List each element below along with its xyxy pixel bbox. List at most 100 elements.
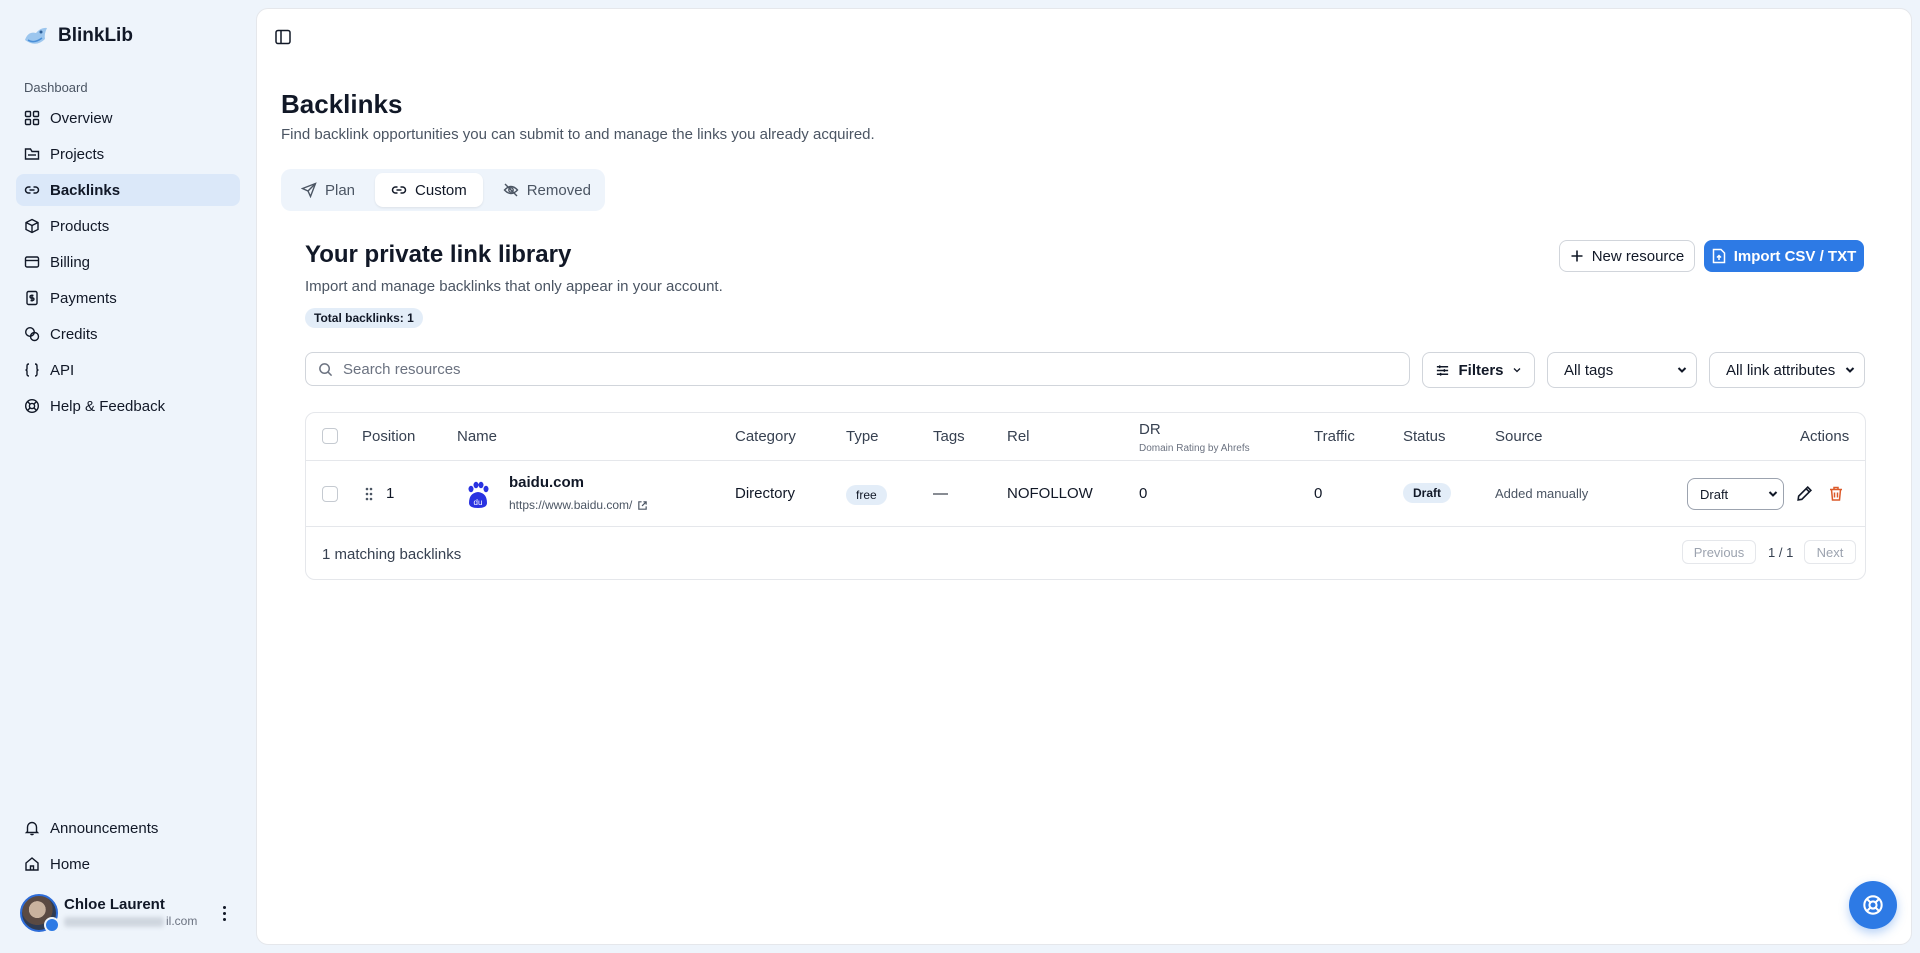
column-dr[interactable]: DR — [1139, 421, 1161, 438]
tab-plan[interactable]: Plan — [285, 173, 371, 207]
column-dr-subtitle: Domain Rating by Ahrefs — [1139, 443, 1250, 454]
sidebar-item-overview[interactable]: Overview — [16, 102, 240, 134]
sidebar-item-label: Help & Feedback — [50, 397, 166, 415]
sidebar-item-backlinks[interactable]: Backlinks — [16, 174, 240, 206]
column-type[interactable]: Type — [846, 428, 879, 445]
sidebar-bottom-nav: Announcements Home — [16, 812, 240, 884]
chevron-down-icon — [1845, 367, 1855, 373]
matching-count: 1 matching backlinks — [322, 546, 462, 563]
drag-handle-icon[interactable] — [364, 486, 374, 502]
row-name[interactable]: baidu.com — [509, 474, 584, 491]
user-name: Chloe Laurent — [64, 896, 165, 913]
tab-custom[interactable]: Custom — [375, 173, 483, 207]
home-icon — [25, 857, 39, 871]
lifebuoy-icon — [24, 398, 40, 414]
table-row[interactable]: 1 du baidu.com https://www.baidu.com/ Di… — [306, 461, 1865, 527]
new-resource-button[interactable]: New resource — [1559, 240, 1695, 272]
tab-label: Removed — [526, 181, 591, 199]
table-header: Position Name Category Type Tags Rel DR … — [306, 413, 1865, 461]
row-position: 1 — [386, 485, 395, 502]
column-traffic[interactable]: Traffic — [1314, 428, 1355, 445]
row-checkbox[interactable] — [322, 486, 338, 502]
column-source[interactable]: Source — [1495, 428, 1543, 445]
link-icon — [24, 186, 40, 194]
file-upload-icon — [1712, 248, 1725, 264]
sidebar-item-label: Products — [50, 217, 110, 235]
help-support-button[interactable] — [1849, 881, 1897, 929]
braces-icon — [25, 363, 39, 377]
sidebar-item-label: Overview — [50, 109, 113, 127]
sidebar-nav: Overview Projects Backlinks Products Bil… — [16, 102, 240, 426]
sidebar-item-home[interactable]: Home — [16, 848, 240, 880]
row-type-badge: free — [846, 485, 887, 505]
sidebar-item-billing[interactable]: Billing — [16, 246, 240, 278]
chevron-down-icon — [1677, 367, 1687, 373]
main-panel: Backlinks Find backlink opportunities yo… — [256, 8, 1912, 945]
column-category[interactable]: Category — [735, 428, 796, 445]
verified-badge-icon — [44, 917, 60, 933]
user-email: il.com — [64, 913, 197, 929]
filters-button[interactable]: Filters — [1422, 352, 1535, 388]
delete-trash-icon[interactable] — [1828, 485, 1844, 502]
link-attributes-value: All link attributes — [1726, 361, 1836, 379]
bell-icon — [24, 821, 40, 836]
sidebar-item-announcements[interactable]: Announcements — [16, 812, 240, 844]
column-actions: Actions — [1800, 428, 1850, 445]
column-name[interactable]: Name — [457, 428, 497, 445]
page-subtitle: Find backlink opportunities you can subm… — [281, 126, 875, 143]
link-attributes-select[interactable]: All link attributes — [1709, 352, 1865, 388]
user-profile[interactable]: Chloe Laurent il.com — [20, 893, 236, 933]
sidebar-item-credits[interactable]: Credits — [16, 318, 240, 350]
tab-removed[interactable]: Removed — [487, 173, 607, 207]
sidebar-item-payments[interactable]: Payments — [16, 282, 240, 314]
blinklib-logo-icon — [25, 27, 47, 44]
eye-off-icon — [503, 183, 519, 197]
select-all-checkbox[interactable] — [322, 428, 338, 444]
chevron-down-icon — [1768, 491, 1778, 497]
sidebar-item-label: Credits — [50, 325, 98, 343]
tab-label: Plan — [325, 181, 356, 199]
plus-icon — [1571, 250, 1583, 262]
row-dr: 0 — [1139, 485, 1148, 502]
previous-page-button[interactable]: Previous — [1682, 540, 1756, 564]
row-status-select[interactable]: Draft — [1687, 478, 1784, 510]
search-input[interactable] — [343, 360, 1383, 378]
sidebar-item-projects[interactable]: Projects — [16, 138, 240, 170]
sidebar-item-label: Billing — [50, 253, 91, 271]
package-icon — [25, 218, 39, 234]
page-title: Backlinks — [281, 89, 403, 119]
sidebar-toggle-icon[interactable] — [273, 27, 293, 47]
tags-select[interactable]: All tags — [1547, 352, 1697, 388]
next-page-button[interactable]: Next — [1804, 540, 1856, 564]
user-info: Chloe Laurent il.com — [64, 897, 197, 929]
section-label-dashboard: Dashboard — [24, 80, 88, 95]
page-indicator: 1 / 1 — [1768, 545, 1794, 560]
backlinks-table: Position Name Category Type Tags Rel DR … — [305, 412, 1866, 580]
sidebar-item-label: API — [50, 361, 75, 379]
brand[interactable]: BlinkLib — [22, 22, 133, 50]
link-icon — [391, 186, 407, 194]
tags-select-value: All tags — [1564, 361, 1614, 379]
app-name: BlinkLib — [58, 25, 133, 46]
library-subtitle: Import and manage backlinks that only ap… — [305, 278, 723, 295]
column-position[interactable]: Position — [362, 428, 415, 445]
column-rel[interactable]: Rel — [1007, 428, 1030, 445]
sidebar-item-products[interactable]: Products — [16, 210, 240, 242]
lifebuoy-icon — [1863, 895, 1883, 915]
link-attributes-dropdown[interactable]: All link attributes — [1709, 352, 1865, 388]
row-source: Added manually — [1495, 486, 1589, 501]
filters-label: Filters — [1458, 361, 1504, 379]
row-tags: — — [933, 485, 948, 502]
import-csv-button[interactable]: Import CSV / TXT — [1704, 240, 1864, 272]
tags-dropdown[interactable]: All tags — [1547, 352, 1697, 388]
user-menu-kebab-icon[interactable] — [216, 901, 232, 925]
row-status-dropdown[interactable]: Draft — [1687, 478, 1784, 510]
edit-pencil-icon[interactable] — [1796, 485, 1813, 502]
user-email-visible: il.com — [166, 914, 198, 928]
row-url-link[interactable]: https://www.baidu.com/ — [509, 498, 648, 512]
sidebar-item-label: Home — [50, 855, 91, 873]
column-tags: Tags — [933, 428, 965, 445]
column-status[interactable]: Status — [1403, 428, 1446, 445]
sidebar-item-help-feedback[interactable]: Help & Feedback — [16, 390, 240, 422]
sidebar-item-api[interactable]: API — [16, 354, 240, 386]
